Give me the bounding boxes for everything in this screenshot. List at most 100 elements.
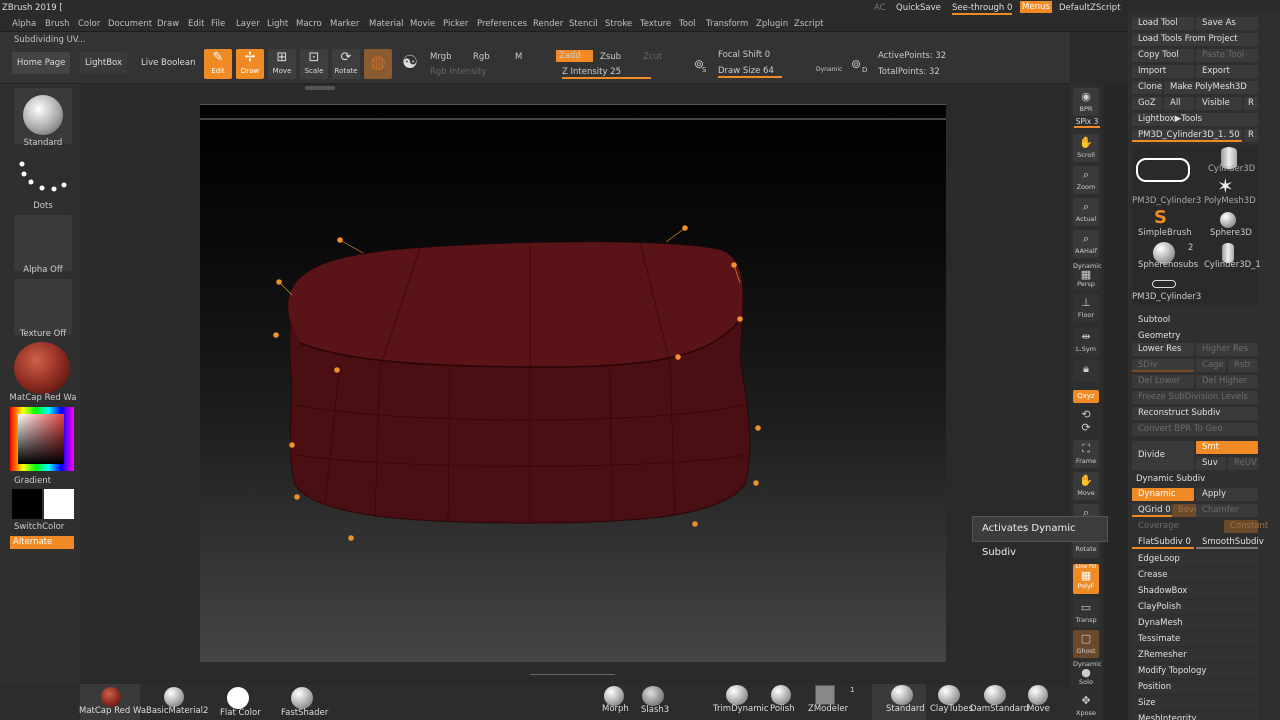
menu-transform[interactable]: Transform <box>706 19 748 29</box>
bevel-toggle[interactable]: Bevel <box>1172 504 1202 517</box>
visible-button[interactable]: Visible <box>1196 97 1242 110</box>
menu-picker[interactable]: Picker <box>443 19 468 29</box>
menu-zscript[interactable]: Zscript <box>794 19 824 29</box>
menu-file[interactable]: File <box>211 19 225 29</box>
polyf-button[interactable]: Line Fill ▦ PolyF <box>1073 564 1099 594</box>
smt-toggle[interactable]: Smt <box>1196 441 1258 454</box>
smoothsubdiv-slider[interactable]: SmoothSubdiv <box>1196 536 1264 549</box>
menu-color[interactable]: Color <box>78 19 100 29</box>
canvas-bottom-handle[interactable] <box>530 674 615 680</box>
zsub-button[interactable]: Zsub <box>600 52 621 62</box>
damstandard-brush[interactable] <box>984 685 1006 705</box>
focal-shift-slider[interactable]: Focal Shift 0 <box>718 50 770 60</box>
dynamic-size-toggle[interactable]: Dynamic <box>816 66 842 73</box>
rstr-button[interactable]: Rstr <box>1228 359 1258 372</box>
menu-zplugin[interactable]: Zplugin <box>756 19 788 29</box>
reconstruct-subdiv-button[interactable]: Reconstruct Subdiv <box>1132 407 1258 420</box>
lower-res-button[interactable]: Lower Res <box>1132 343 1194 356</box>
shadowbox-header[interactable]: ShadowBox <box>1132 585 1258 598</box>
menu-light[interactable]: Light <box>267 19 288 29</box>
gyro-button[interactable]: ☯ <box>396 49 424 79</box>
frame-button[interactable]: ⛶ Frame <box>1073 440 1099 468</box>
r-button[interactable]: R <box>1244 97 1258 110</box>
dynamic-subdiv-header[interactable]: Dynamic Subdiv <box>1128 474 1205 484</box>
secondary-color-swatch[interactable] <box>12 489 42 519</box>
viewport-canvas[interactable] <box>200 104 946 662</box>
sdiv-slider[interactable]: SDiv <box>1132 359 1194 372</box>
claypolish-header[interactable]: ClayPolish <box>1132 601 1258 614</box>
copy-tool-button[interactable]: Copy Tool <box>1132 49 1194 62</box>
geometry-header[interactable]: Geometry <box>1130 331 1180 341</box>
alternate-button[interactable]: Alternate <box>10 536 74 549</box>
coverage-slider[interactable]: Coverage <box>1132 520 1194 533</box>
solo-button[interactable]: Dynamic ● Solo <box>1073 660 1102 688</box>
stroke-thumb[interactable] <box>14 152 72 208</box>
paste-tool-button[interactable]: Paste Tool <box>1196 49 1258 62</box>
fast-shader-ball[interactable] <box>291 687 313 709</box>
lock-button[interactable]: 🔒︎ <box>1073 360 1099 382</box>
edgeloop-header[interactable]: EdgeLoop <box>1132 553 1258 566</box>
claytubes-brush[interactable] <box>938 685 960 705</box>
simplebrush-icon[interactable]: S <box>1154 208 1167 228</box>
chamfer-toggle[interactable]: Chamfer <box>1196 504 1258 517</box>
material-swatch-button[interactable]: ◍ <box>364 49 392 79</box>
scroll-button[interactable]: ✋ Scroll <box>1073 134 1099 162</box>
pm3d-cylinder-small-thumb[interactable] <box>1152 280 1176 288</box>
brush-thumb[interactable] <box>14 88 72 144</box>
spix-slider[interactable]: SPix 3 <box>1074 117 1100 128</box>
del-lower-button[interactable]: Del Lower <box>1132 375 1194 388</box>
rgb-button[interactable]: Rgb <box>473 52 490 62</box>
cage-button[interactable]: Cage <box>1196 359 1226 372</box>
see-through-slider[interactable]: See-through 0 <box>952 3 1013 15</box>
clone-button[interactable]: Clone <box>1132 81 1162 94</box>
menu-layer[interactable]: Layer <box>236 19 260 29</box>
menu-edit[interactable]: Edit <box>188 19 204 29</box>
color-picker[interactable] <box>10 407 74 471</box>
rotate-button[interactable]: ⟳ Rotate <box>332 49 360 79</box>
position-header[interactable]: Position <box>1132 681 1258 694</box>
crease-header[interactable]: Crease <box>1132 569 1258 582</box>
quicksave-button[interactable]: QuickSave <box>896 3 941 13</box>
default-zscript-button[interactable]: DefaultZScript <box>1059 3 1121 13</box>
alpha-thumb[interactable] <box>14 215 72 271</box>
zadd-button[interactable]: Zadd <box>556 50 593 62</box>
divide-button[interactable]: Divide <box>1132 441 1194 470</box>
convert-bpr-button[interactable]: Convert BPR To Geo <box>1132 423 1258 436</box>
basic-material-ball[interactable] <box>164 687 184 707</box>
draw-button[interactable]: ✢ Draw <box>236 49 264 79</box>
higher-res-button[interactable]: Higher Res <box>1196 343 1258 356</box>
edit-button[interactable]: ✎ Edit <box>204 49 232 79</box>
sphere3d-thumb[interactable] <box>1220 212 1236 228</box>
menu-marker[interactable]: Marker <box>330 19 359 29</box>
polymesh-star-icon[interactable]: ✶ <box>1217 176 1234 196</box>
load-from-project-button[interactable]: Load Tools From Project <box>1132 33 1258 46</box>
menu-tool[interactable]: Tool <box>679 19 696 29</box>
all-button[interactable]: All <box>1164 97 1194 110</box>
dynamic-subdiv-toggle[interactable]: Dynamic <box>1132 488 1194 501</box>
slash-brush[interactable] <box>642 686 664 706</box>
menu-stroke[interactable]: Stroke <box>605 19 632 29</box>
save-as-button[interactable]: Save As <box>1196 17 1258 30</box>
trim-dynamic-brush[interactable] <box>726 685 748 705</box>
xpose-button[interactable]: ✥ Xpose <box>1073 692 1099 720</box>
main-color-swatch[interactable] <box>44 489 74 519</box>
m-button[interactable]: M <box>515 52 522 62</box>
ghost-button[interactable]: ▢ Ghost <box>1073 630 1099 658</box>
xyz-button[interactable]: Qxyz <box>1073 390 1099 403</box>
menu-draw[interactable]: Draw <box>157 19 179 29</box>
r2-button[interactable]: R <box>1244 129 1258 142</box>
morph-brush[interactable] <box>604 686 624 706</box>
material-thumb[interactable] <box>14 342 72 398</box>
del-higher-button[interactable]: Del Higher <box>1196 375 1258 388</box>
freeze-subdiv-button[interactable]: Freeze SubDivision Levels <box>1132 391 1258 404</box>
export-button[interactable]: Export <box>1196 65 1258 78</box>
subtool-header[interactable]: Subtool <box>1130 315 1170 325</box>
menu-movie[interactable]: Movie <box>410 19 435 29</box>
zremesher-header[interactable]: ZRemesher <box>1132 649 1258 662</box>
canvas-scroll-handle[interactable] <box>305 86 335 90</box>
current-tool-slider[interactable]: PM3D_Cylinder3D_1. 50 <box>1132 129 1242 142</box>
menu-alpha[interactable]: Alpha <box>12 19 36 29</box>
suv-toggle[interactable]: Suv <box>1196 457 1226 470</box>
import-button[interactable]: Import <box>1132 65 1194 78</box>
menus-toggle[interactable]: Menus <box>1020 1 1052 13</box>
